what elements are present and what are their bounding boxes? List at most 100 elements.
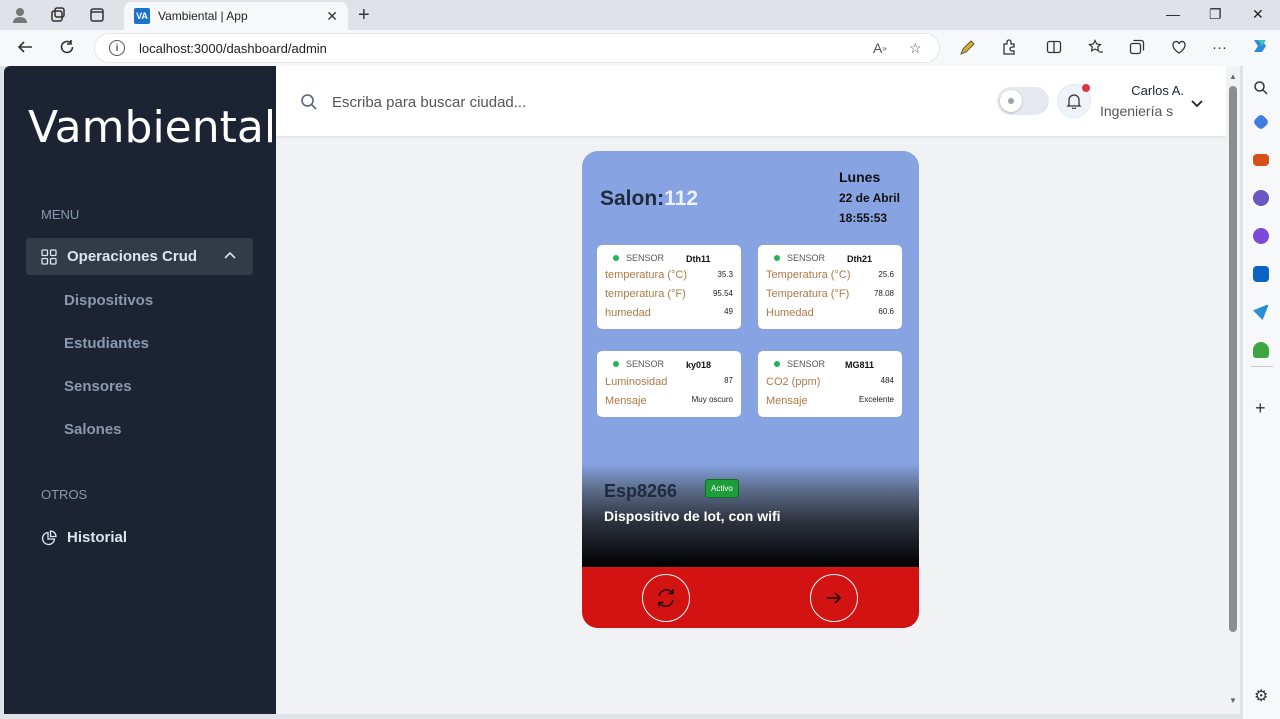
sensor-row-label: temperatura (°F) bbox=[605, 288, 686, 300]
browser-tabstrip: VA Vambiental | App ✕ + — ❐ ✕ bbox=[0, 0, 1280, 30]
browser-sidebar: + ⚙ bbox=[1242, 66, 1280, 719]
browser-tab[interactable]: VA Vambiental | App ✕ bbox=[124, 2, 348, 30]
app-viewport: Vambiental MENU Operaciones Crud Disposi… bbox=[4, 66, 1226, 714]
sensor-row-value: Muy oscuro bbox=[691, 395, 733, 404]
more-options-icon[interactable]: ··· bbox=[1212, 39, 1227, 56]
search-sidebar-icon[interactable] bbox=[1253, 80, 1269, 96]
status-dot bbox=[774, 361, 780, 367]
site-info-icon[interactable]: i bbox=[109, 40, 125, 56]
tab-close-icon[interactable]: ✕ bbox=[326, 8, 338, 25]
read-aloud-icon[interactable]: A» bbox=[873, 34, 887, 62]
tab-title: Vambiental | App bbox=[158, 9, 248, 23]
card-footer bbox=[582, 567, 919, 628]
sensor-id: Dth11 bbox=[686, 254, 711, 264]
close-window-icon[interactable]: ✕ bbox=[1252, 6, 1264, 23]
copilot-icon[interactable] bbox=[1250, 36, 1270, 60]
menu-section-label: MENU bbox=[41, 207, 80, 222]
scroll-thumb[interactable] bbox=[1229, 86, 1237, 632]
sensor-row-value: 25.6 bbox=[878, 270, 894, 279]
details-button[interactable] bbox=[810, 574, 858, 622]
date-label: 22 de Abril bbox=[839, 191, 900, 205]
others-section-label: OTROS bbox=[41, 487, 88, 502]
sensor-row-value: 49 bbox=[724, 307, 733, 316]
browser-essentials-icon[interactable] bbox=[1171, 39, 1187, 59]
sensor-row-value: 78.08 bbox=[873, 289, 894, 298]
send-icon[interactable] bbox=[1253, 304, 1269, 320]
sensor-row-label: Luminosidad bbox=[605, 376, 668, 388]
sensor-card-ky018: SENSOR ky018 Luminosidad 87 Mensaje Muy … bbox=[597, 351, 741, 417]
chevron-down-icon[interactable] bbox=[1190, 96, 1204, 115]
extensions-icon[interactable] bbox=[1001, 39, 1017, 59]
address-toolbar: i localhost:3000/dashboard/admin A» ☆ ··… bbox=[0, 30, 1280, 66]
profile-icon[interactable] bbox=[10, 5, 30, 25]
user-role: Ingeniería s bbox=[1100, 103, 1174, 119]
submenu-item-dispositivos[interactable]: Dispositivos bbox=[64, 292, 153, 309]
sensor-row-value: 60.6 bbox=[878, 307, 894, 316]
outlook-icon[interactable] bbox=[1253, 266, 1269, 282]
back-icon[interactable] bbox=[16, 38, 34, 61]
sensor-card-mg811: SENSOR MG811 CO2 (ppm) 484 Mensaje Excel… bbox=[758, 351, 902, 417]
device-card: Salon:112 Lunes 22 de Abril 18:55:53 SEN… bbox=[582, 151, 919, 628]
device-name: Esp8266 bbox=[604, 481, 678, 501]
tools-icon[interactable] bbox=[1253, 154, 1269, 166]
sensor-id: Dth21 bbox=[847, 254, 873, 264]
reload-icon[interactable] bbox=[58, 38, 76, 61]
url-bar[interactable]: i localhost:3000/dashboard/admin A» ☆ bbox=[94, 33, 940, 63]
new-tab-icon[interactable]: + bbox=[358, 4, 370, 27]
sidebar-settings-icon[interactable]: ⚙ bbox=[1254, 686, 1268, 706]
minimize-icon[interactable]: — bbox=[1166, 6, 1180, 22]
restore-icon[interactable]: ❐ bbox=[1209, 6, 1222, 23]
refresh-button[interactable] bbox=[642, 574, 690, 622]
tab-actions-icon[interactable] bbox=[87, 5, 107, 25]
sensor-row-label: Humedad bbox=[766, 307, 814, 319]
page-scrollbar[interactable]: ▲ ▼ bbox=[1226, 66, 1240, 714]
user-name[interactable]: Carlos A. bbox=[1112, 83, 1184, 98]
collections-icon[interactable] bbox=[1129, 39, 1145, 59]
sensor-row-label: Mensaje bbox=[605, 395, 647, 407]
games-icon[interactable] bbox=[1253, 190, 1269, 206]
city-search-input[interactable] bbox=[332, 88, 732, 116]
app-sidebar: Vambiental MENU Operaciones Crud Disposi… bbox=[4, 66, 276, 714]
sensor-row-value: 484 bbox=[880, 376, 894, 385]
menu-item-label: Historial bbox=[67, 529, 128, 546]
submenu-item-estudiantes[interactable]: Estudiantes bbox=[64, 335, 149, 352]
favorite-star-icon[interactable]: ☆ bbox=[909, 34, 922, 62]
menu-item-operaciones-crud[interactable]: Operaciones Crud bbox=[26, 238, 253, 275]
dark-mode-toggle[interactable] bbox=[997, 87, 1049, 115]
notifications-button[interactable] bbox=[1057, 84, 1091, 118]
shopping-icon[interactable] bbox=[1252, 113, 1270, 131]
search-icon[interactable] bbox=[300, 93, 318, 116]
sun-icon bbox=[1000, 90, 1022, 112]
submenu-item-sensores[interactable]: Sensores bbox=[64, 378, 132, 395]
notification-dot bbox=[1082, 84, 1090, 92]
status-dot bbox=[613, 361, 619, 367]
pen-icon[interactable] bbox=[958, 39, 976, 61]
scroll-down-icon[interactable]: ▼ bbox=[1229, 696, 1237, 705]
add-sidebar-icon[interactable]: + bbox=[1255, 398, 1266, 419]
split-screen-icon[interactable] bbox=[1046, 39, 1062, 59]
grid-icon bbox=[41, 248, 57, 265]
sensor-row-label: CO2 (ppm) bbox=[766, 376, 821, 388]
sensor-id: MG811 bbox=[845, 360, 875, 370]
submenu-item-salones[interactable]: Salones bbox=[64, 421, 122, 438]
sensor-row-label: Mensaje bbox=[766, 395, 808, 407]
url-text[interactable]: localhost:3000/dashboard/admin bbox=[139, 41, 327, 56]
sensor-row-value: 87 bbox=[724, 376, 733, 385]
tree-icon[interactable] bbox=[1253, 342, 1269, 358]
workspaces-icon[interactable] bbox=[48, 5, 68, 25]
sidebar-divider bbox=[1251, 366, 1273, 367]
top-header: Carlos A. Ingeniería s bbox=[276, 66, 1226, 136]
sensor-header: SENSOR bbox=[613, 359, 664, 369]
sensor-row-label: Temperatura (°F) bbox=[766, 288, 850, 300]
salon-number: 112 bbox=[664, 187, 699, 210]
microsoft-365-icon[interactable] bbox=[1253, 228, 1269, 244]
brand-logo[interactable]: Vambiental bbox=[28, 102, 276, 153]
sensor-row-value: 95.54 bbox=[712, 289, 733, 298]
refresh-icon bbox=[658, 589, 674, 607]
menu-item-historial[interactable]: Historial bbox=[26, 519, 253, 556]
scroll-up-icon[interactable]: ▲ bbox=[1229, 72, 1237, 81]
sensor-row-value: 35.3 bbox=[717, 270, 733, 279]
day-label: Lunes bbox=[839, 169, 881, 185]
favorites-icon[interactable] bbox=[1088, 39, 1104, 59]
sensor-header: SENSOR bbox=[774, 253, 825, 263]
